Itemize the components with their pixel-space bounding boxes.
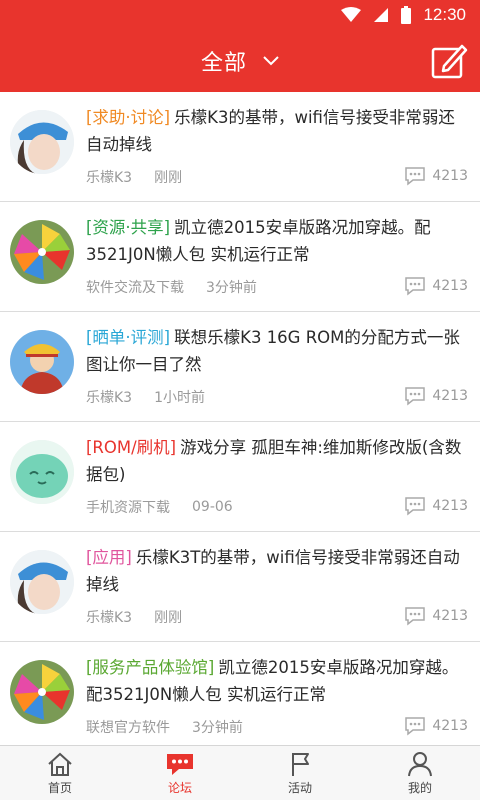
tab-label: 论坛 — [167, 780, 192, 795]
post-item[interactable]: [晒单·评测] 联想乐檬K3 16G ROM的分配方式一张图让你一目了然 乐檬K3… — [0, 312, 480, 422]
status-icons: 12:30 — [341, 5, 466, 25]
category-selector[interactable]: 全部 — [0, 30, 480, 92]
reply-count: 4213 — [404, 276, 468, 296]
post-item[interactable]: [资源·共享] 凯立德2015安卓版路况加穿越。配3521J0N懒人包 实机运行正… — [0, 202, 480, 312]
post-time: 3分钟前 — [206, 280, 257, 296]
forum-icon — [167, 753, 193, 775]
board-name[interactable]: 软件交流及下载 — [86, 277, 184, 297]
wifi-icon — [341, 7, 362, 22]
post-item[interactable]: [应用] 乐檬K3T的基带，wifi信号接受非常弱还自动掉线 乐檬K3 刚刚 42… — [0, 532, 480, 642]
avatar[interactable] — [10, 550, 74, 614]
post-tag: [服务产品体验馆] — [86, 658, 215, 677]
tab-home[interactable]: 首页 — [0, 746, 120, 800]
post-time: 3分钟前 — [192, 720, 243, 736]
reply-count-value: 4213 — [432, 608, 468, 624]
post-tag: [晒单·评测] — [86, 328, 171, 347]
avatar[interactable] — [10, 440, 74, 504]
flag-icon — [292, 752, 309, 776]
status-time: 12:30 — [423, 5, 466, 24]
post-tag: [资源·共享] — [86, 218, 171, 237]
post-time: 刚刚 — [154, 610, 183, 626]
bottom-tab-bar: 首页 论坛 活动 我的 — [0, 745, 480, 800]
signal-icon — [374, 8, 389, 22]
comment-icon — [405, 167, 426, 186]
reply-count: 4213 — [404, 166, 468, 186]
reply-count-value: 4213 — [432, 388, 468, 404]
page-title: 全部 — [200, 51, 247, 76]
reply-count: 4213 — [404, 386, 468, 406]
comment-icon — [405, 497, 426, 516]
post-list[interactable]: [求助·讨论] 乐檬K3的基带，wifi信号接受非常弱还自动掉线 乐檬K3 刚刚 … — [0, 92, 480, 745]
reply-count-value: 4213 — [432, 278, 468, 294]
tab-profile[interactable]: 我的 — [360, 746, 480, 800]
post-item[interactable]: [求助·讨论] 乐檬K3的基带，wifi信号接受非常弱还自动掉线 乐檬K3 刚刚 … — [0, 92, 480, 202]
reply-count-value: 4213 — [432, 498, 468, 514]
post-item[interactable]: [ROM/刷机] 游戏分享 孤胆车神:维加斯修改版(含数据包) 手机资源下载 09… — [0, 422, 480, 532]
tab-activity[interactable]: 活动 — [240, 746, 360, 800]
post-tag: [ROM/刷机] — [86, 438, 177, 457]
avatar[interactable] — [10, 220, 74, 284]
post-tag: [求助·讨论] — [86, 108, 171, 127]
post-title[interactable]: [资源·共享] 凯立德2015安卓版路况加穿越。配3521J0N懒人包 实机运行正… — [86, 214, 468, 268]
post-title[interactable]: [求助·讨论] 乐檬K3的基带，wifi信号接受非常弱还自动掉线 — [86, 104, 468, 158]
board-name[interactable]: 乐檬K3 — [86, 607, 132, 627]
comment-icon — [405, 607, 426, 626]
reply-count: 4213 — [404, 716, 468, 736]
compose-icon[interactable] — [430, 42, 468, 80]
post-item[interactable]: [服务产品体验馆] 凯立德2015安卓版路况加穿越。配3521J0N懒人包 实机运… — [0, 642, 480, 745]
avatar[interactable] — [10, 110, 74, 174]
board-name[interactable]: 联想官方软件 — [86, 717, 170, 737]
post-title[interactable]: [应用] 乐檬K3T的基带，wifi信号接受非常弱还自动掉线 — [86, 544, 468, 598]
board-name[interactable]: 乐檬K3 — [86, 387, 132, 407]
user-icon — [408, 751, 432, 776]
reply-count-value: 4213 — [432, 168, 468, 184]
comment-icon — [405, 387, 426, 406]
avatar[interactable] — [10, 330, 74, 394]
post-title[interactable]: [ROM/刷机] 游戏分享 孤胆车神:维加斯修改版(含数据包) — [86, 434, 468, 488]
chevron-down-icon — [263, 56, 279, 66]
battery-icon — [401, 6, 412, 24]
post-time: 1小时前 — [154, 390, 206, 406]
status-bar: 12:30 — [0, 0, 480, 30]
app-header: 全部 — [0, 30, 480, 92]
board-name[interactable]: 手机资源下载 — [86, 497, 170, 517]
post-title[interactable]: [服务产品体验馆] 凯立德2015安卓版路况加穿越。配3521J0N懒人包 实机运… — [86, 654, 468, 708]
tab-label: 首页 — [47, 780, 72, 795]
post-tag: [应用] — [86, 548, 132, 567]
home-icon — [48, 752, 72, 776]
comment-icon — [405, 717, 426, 736]
post-time: 刚刚 — [154, 170, 183, 186]
board-name[interactable]: 乐檬K3 — [86, 167, 132, 187]
post-title-text: 乐檬K3T的基带，wifi信号接受非常弱还自动掉线 — [86, 548, 460, 594]
tab-label: 活动 — [287, 780, 312, 795]
reply-count: 4213 — [404, 606, 468, 626]
tab-forum[interactable]: 论坛 — [120, 746, 240, 800]
reply-count: 4213 — [404, 496, 468, 516]
post-title[interactable]: [晒单·评测] 联想乐檬K3 16G ROM的分配方式一张图让你一目了然 — [86, 324, 468, 378]
avatar[interactable] — [10, 660, 74, 724]
post-time: 09-06 — [192, 499, 233, 515]
reply-count-value: 4213 — [432, 718, 468, 734]
comment-icon — [405, 277, 426, 296]
tab-label: 我的 — [407, 780, 432, 795]
